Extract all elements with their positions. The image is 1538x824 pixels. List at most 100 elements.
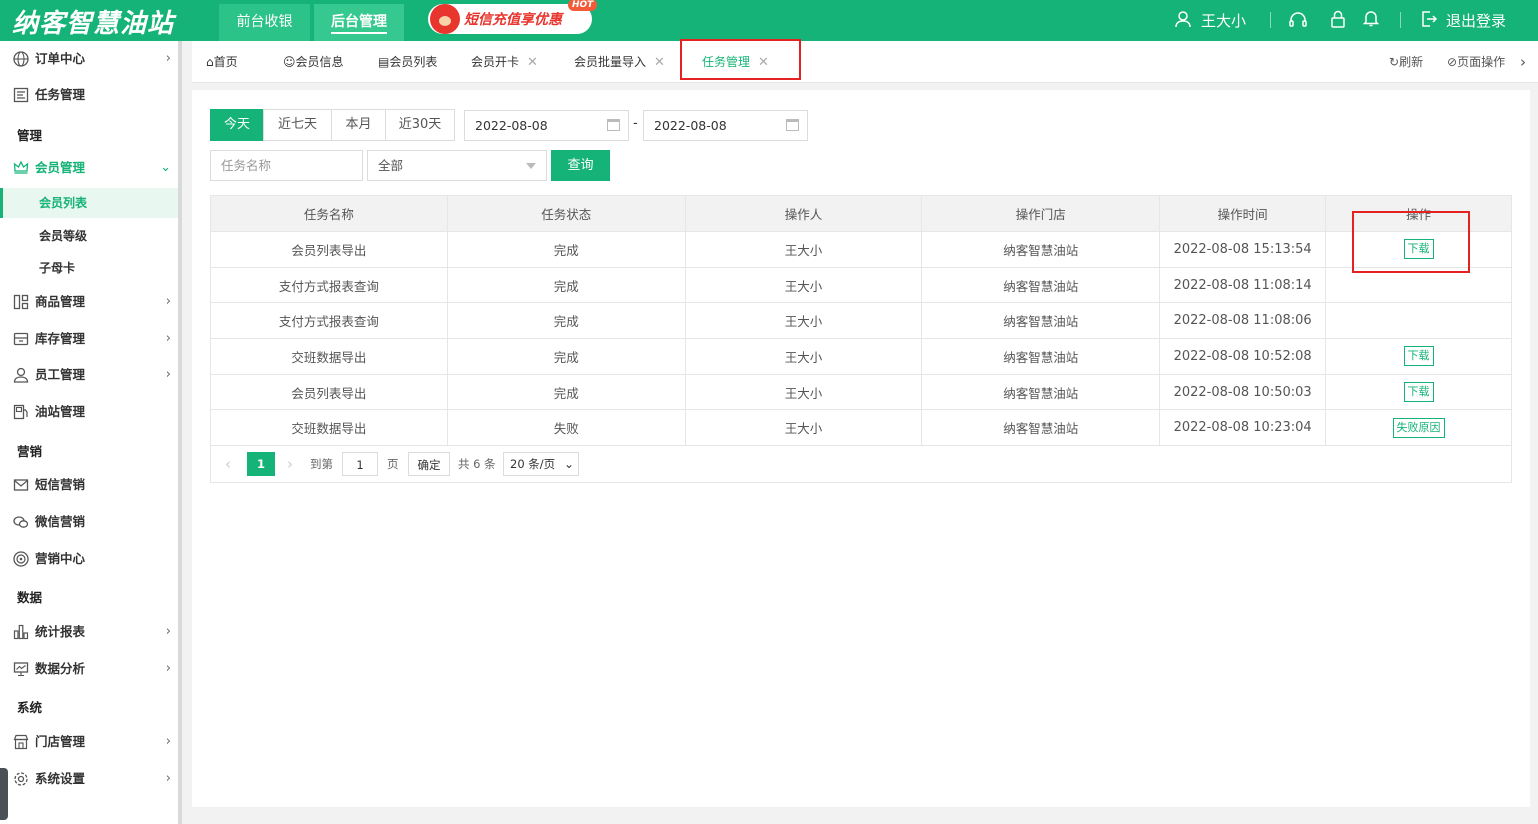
operator-cell: 王大小 — [684, 266, 923, 304]
chevron-down-icon: ⌄ — [563, 457, 574, 471]
globe-icon — [13, 51, 29, 67]
caret-down-icon — [526, 163, 536, 169]
task-status-cell: 完成 — [446, 373, 686, 411]
sidebar-item-stations[interactable]: 油站管理 — [0, 394, 178, 430]
list-icon: ▤ — [378, 55, 390, 69]
refresh-button[interactable]: ↻刷新 — [1389, 41, 1423, 83]
logout-button[interactable]: 退出登录 — [1446, 10, 1506, 31]
sidebar-item-label: 商品管理 — [35, 294, 86, 309]
tab-member-info[interactable]: ☺会员信息 — [283, 41, 344, 83]
goto-confirm-button[interactable]: 确定 — [408, 452, 450, 476]
bell-icon[interactable] — [1363, 9, 1379, 27]
range-today-button[interactable]: 今天 — [210, 109, 264, 141]
gear-icon — [14, 772, 28, 786]
table-row: 会员列表导出 完成 王大小 纳客智慧油站 2022-08-08 10:50:03… — [210, 373, 1512, 411]
operator-cell: 王大小 — [684, 302, 923, 340]
task-table: 任务名称 任务状态 操作人 操作门店 操作时间 操作 会员列表导出 完成 王大小… — [210, 195, 1512, 447]
sms-promo-banner[interactable]: 短信充值享优惠 HOT — [428, 0, 598, 34]
action-cell — [1325, 302, 1512, 340]
sidebar-item-wechat-marketing[interactable]: 微信营销 — [0, 504, 178, 540]
sidebar-item-marketing-center[interactable]: 营销中心 — [0, 541, 178, 577]
wechat-icon — [13, 516, 29, 528]
chevron-right-icon: › — [165, 294, 171, 309]
download-button[interactable]: 下载 — [1403, 382, 1434, 403]
tab-home[interactable]: ⌂首页 — [206, 41, 238, 83]
table-row: 支付方式报表查询 完成 王大小 纳客智慧油站 2022-08-08 11:08:… — [210, 266, 1512, 304]
total-count: 共 6 条 — [458, 457, 496, 471]
time-cell: 2022-08-08 15:13:54 — [1159, 231, 1327, 268]
page-button-current[interactable]: 1 — [247, 452, 275, 476]
sidebar-subitem-member-list[interactable]: 会员列表 — [0, 188, 178, 218]
table-header-row: 任务名称 任务状态 操作人 操作门店 操作时间 操作 — [210, 195, 1512, 232]
failure-reason-button[interactable]: 失败原因 — [1392, 417, 1445, 438]
sidebar-item-tasks[interactable]: 任务管理 — [0, 77, 178, 113]
sidebar-item-staff[interactable]: 员工管理 › — [0, 357, 178, 393]
task-name-cell: 会员列表导出 — [210, 231, 448, 268]
page-size-select[interactable]: 20 条/页 ⌄ — [503, 452, 579, 476]
chevron-right-icon: › — [165, 661, 171, 676]
sidebar-item-label: 油站管理 — [35, 404, 86, 419]
chevron-right-icon: › — [165, 734, 171, 749]
headset-icon[interactable] — [1288, 11, 1308, 29]
sidebar-item-label: 营销中心 — [35, 551, 86, 566]
task-name-input[interactable]: 任务名称 — [210, 150, 363, 181]
task-status-cell: 完成 — [446, 266, 686, 304]
sidebar-item-data-analysis[interactable]: 数据分析 › — [0, 651, 178, 687]
page-ops-button[interactable]: ⊘页面操作 — [1447, 41, 1505, 83]
home-icon: ⌂ — [206, 55, 214, 69]
query-button[interactable]: 查询 — [551, 150, 610, 181]
time-cell: 2022-08-08 10:50:03 — [1159, 373, 1327, 411]
chevron-right-icon[interactable]: › — [1520, 41, 1526, 83]
sidebar-item-settings[interactable]: 系统设置 › — [0, 761, 178, 797]
task-status-cell: 完成 — [446, 302, 686, 340]
tab-member-batch-import[interactable]: 会员批量导入 ✕ — [574, 41, 665, 83]
status-select-value: 全部 — [378, 158, 404, 173]
next-page-icon[interactable]: › — [287, 452, 293, 476]
sidebar-subitem-label: 子母卡 — [39, 261, 76, 275]
sidebar-subitem-linked-cards[interactable]: 子母卡 — [0, 253, 178, 283]
sidebar-item-sms-marketing[interactable]: 短信营销 — [0, 467, 178, 503]
goods-icon — [13, 294, 29, 310]
date-to-field[interactable]: 2022-08-08 — [643, 110, 808, 141]
sidebar-scrollbar[interactable] — [178, 41, 182, 824]
status-select[interactable]: 全部 — [367, 150, 547, 181]
tab-member-list[interactable]: ▤会员列表 — [378, 41, 437, 83]
section-label-marketing: 营销 — [17, 444, 43, 459]
sidebar-item-label: 短信营销 — [35, 477, 86, 492]
side-drawer-handle[interactable] — [0, 768, 8, 820]
range-month-button[interactable]: 本月 — [331, 109, 386, 141]
range-7days-button[interactable]: 近七天 — [263, 109, 332, 141]
highlight-download-action — [1352, 211, 1470, 273]
sidebar-item-inventory[interactable]: 库存管理 › — [0, 321, 178, 357]
chevron-down-icon: ⌄ — [160, 160, 171, 175]
range-30days-button[interactable]: 近30天 — [385, 109, 455, 141]
sidebar-item-orders[interactable]: 订单中心 › — [0, 41, 178, 77]
tab-front-cashier[interactable]: 前台收银 — [219, 4, 310, 41]
user-icon — [13, 367, 29, 383]
close-icon[interactable]: ✕ — [654, 55, 665, 70]
sidebar-item-goods[interactable]: 商品管理 › — [0, 284, 178, 320]
sidebar-subitem-member-levels[interactable]: 会员等级 — [0, 221, 178, 251]
table-row: 会员列表导出 完成 王大小 纳客智慧油站 2022-08-08 15:13:54… — [210, 231, 1512, 268]
logout-icon[interactable] — [1420, 10, 1438, 28]
lock-icon[interactable] — [1330, 10, 1346, 28]
store-cell: 纳客智慧油站 — [921, 373, 1161, 411]
section-label-manage: 管理 — [17, 128, 43, 143]
tab-backend-admin[interactable]: 后台管理 — [314, 4, 404, 41]
sidebar-item-members[interactable]: 会员管理 ⌄ — [0, 150, 178, 186]
close-icon[interactable]: ✕ — [527, 55, 538, 70]
sidebar-item-label: 员工管理 — [35, 367, 86, 382]
download-button[interactable]: 下载 — [1403, 346, 1434, 367]
sidebar-item-reports[interactable]: 统计报表 › — [0, 614, 178, 650]
date-from-field[interactable]: 2022-08-08 — [464, 110, 629, 141]
operator-cell: 王大小 — [684, 373, 923, 411]
goto-page-input[interactable]: 1 — [342, 452, 378, 476]
tab-member-open-card[interactable]: 会员开卡 ✕ — [471, 41, 538, 83]
inventory-icon — [13, 332, 29, 346]
user-icon[interactable] — [1174, 10, 1192, 28]
username[interactable]: 王大小 — [1201, 10, 1246, 31]
task-name-cell: 交班数据导出 — [210, 409, 448, 447]
prev-page-icon[interactable]: ‹ — [225, 452, 231, 476]
operator-cell: 王大小 — [684, 338, 923, 375]
sidebar-item-stores[interactable]: 门店管理 › — [0, 724, 178, 760]
